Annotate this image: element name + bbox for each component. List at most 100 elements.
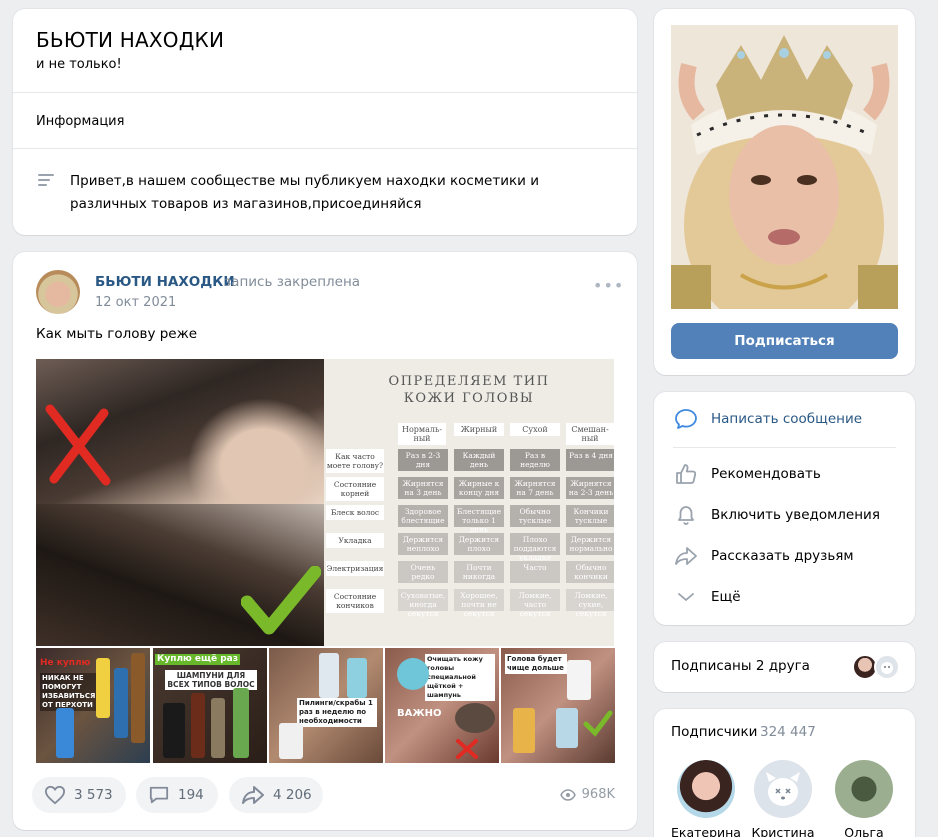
table-cell: Каждый день [454, 449, 504, 471]
recommend-button[interactable]: Рекомендовать [673, 463, 821, 485]
table-cell: Держится нормально [566, 533, 614, 555]
write-message-button[interactable]: Написать сообщение [673, 408, 862, 430]
friends-subscribed-card[interactable]: Подписаны 2 друга [654, 642, 915, 692]
group-actions-menu: Написать сообщение Рекомендовать Включит… [654, 392, 915, 625]
like-button[interactable]: 3 573 [32, 777, 126, 813]
subscriber-avatar[interactable] [677, 760, 735, 818]
table-cell: Плохо поддаются укладке [510, 533, 560, 562]
tell-friends-button[interactable]: Рассказать друзьям [673, 545, 854, 567]
heart-icon [44, 785, 66, 805]
post-thumbnail[interactable]: Не куплю НИКАК НЕ ПОМОГУТ ИЗБАВИТЬСЯ ОТ … [36, 648, 150, 763]
text-lines-icon [38, 174, 54, 188]
post-date[interactable]: 12 окт 2021 [95, 295, 176, 310]
subscriber-name[interactable]: Кристина [748, 825, 818, 837]
table-row-label: Состояние кончиков [326, 589, 384, 613]
green-check-icon [241, 566, 321, 635]
table-row-label: Укладка [326, 533, 384, 548]
like-count: 3 573 [74, 787, 113, 803]
eye-icon [559, 788, 576, 801]
table-cell: Раз в 2-3 дня [398, 449, 448, 471]
table-cell: Обычно кончики [566, 561, 614, 583]
bell-icon [673, 504, 699, 526]
friends-subscribed-label: Подписаны 2 друга [671, 658, 810, 674]
menu-item-label: Рекомендовать [711, 466, 821, 482]
table-cell: Держится плохо [454, 533, 504, 555]
subscriber-name[interactable]: Екатерина [671, 825, 741, 837]
table-column-header: Смешан-ный [566, 423, 614, 445]
table-cell: Здоровое блестящие [398, 505, 448, 527]
table-row-label: Как часто моете голову? [326, 449, 384, 473]
table-row-label: Электризация [326, 561, 384, 576]
share-icon [673, 545, 699, 567]
table-cell: Жирнятся на 7 день [510, 477, 560, 499]
menu-item-label: Написать сообщение [711, 411, 863, 427]
post-thumbnail[interactable]: Куплю ещё раз ШАМПУНИ ДЛЯ ВСЕХ ТИПОВ ВОЛ… [153, 648, 267, 763]
divider [13, 92, 637, 93]
table-column-header: Нормаль-ный [398, 423, 446, 445]
post-author-avatar[interactable] [36, 270, 80, 314]
menu-item-label: Включить уведомления [711, 507, 880, 523]
info-tab[interactable]: Информация [36, 114, 124, 129]
table-cell: Жирнятся на 2-3 день [566, 477, 614, 499]
table-cell: Обычно тусклые [510, 505, 560, 527]
table-cell: Раз в 4 дня [566, 449, 614, 471]
table-column-header: Сухой [510, 423, 560, 436]
table-title: ОПРЕДЕЛЯЕМ ТИП КОЖИ ГОЛОВЫ [388, 374, 550, 406]
table-cell: Жирнятся на 3 день [398, 477, 448, 499]
table-cell: Кончики тусклые [566, 505, 614, 527]
more-options-icon[interactable]: ••• [593, 278, 623, 294]
subscribers-count: 324 447 [760, 724, 816, 740]
group-description: Привет,в нашем сообществе мы публикуем н… [70, 173, 539, 212]
table-cell: Жирные к концу дня [454, 477, 504, 499]
chevron-down-icon [673, 586, 699, 608]
table-cell: Ломкие, сухие, секутся [566, 589, 614, 618]
table-row-label: Блеск волос [326, 505, 384, 520]
menu-item-label: Рассказать друзьям [711, 548, 854, 564]
subscriber-name[interactable]: Ольга [829, 825, 899, 837]
subscriber-avatar[interactable] [835, 760, 893, 818]
share-count: 4 206 [273, 787, 312, 803]
subscriber-avatar[interactable] [754, 760, 812, 818]
enable-notifications-button[interactable]: Включить уведомления [673, 504, 880, 526]
table-row-label: Состояние корней [326, 477, 384, 501]
post-thumbnail[interactable]: Голова будет чище дольше [501, 648, 615, 763]
post-thumbnail[interactable]: Пилинги/скрабы 1 раз в неделю по необход… [269, 648, 383, 763]
post-thumbnail-strip: Не куплю НИКАК НЕ ПОМОГУТ ИЗБАВИТЬСЯ ОТ … [36, 648, 615, 763]
comment-button[interactable]: 194 [136, 777, 218, 813]
table-cell: Почти никогда [454, 561, 504, 583]
group-cover-card: Подписаться [654, 9, 915, 375]
thumbs-up-icon [673, 463, 699, 485]
group-info-card: БЬЮТИ НАХОДКИ и не только! Информация Пр… [13, 9, 637, 235]
post-text: Как мыть голову реже [36, 326, 198, 342]
share-button[interactable]: 4 206 [229, 777, 323, 813]
post-thumbnail[interactable]: Очищать кожу головы специальной щёткой +… [385, 648, 499, 763]
scalp-type-table: ОПРЕДЕЛЯЕМ ТИП КОЖИ ГОЛОВЫ Нормаль-ный Ж… [324, 359, 614, 646]
post-main-image[interactable]: ОПРЕДЕЛЯЕМ ТИП КОЖИ ГОЛОВЫ Нормаль-ный Ж… [36, 359, 614, 646]
more-button[interactable]: Ещё [673, 586, 741, 608]
comment-icon [149, 786, 169, 804]
comment-count: 194 [178, 787, 204, 803]
group-title: БЬЮТИ НАХОДКИ [36, 28, 225, 52]
views-counter: 968K [559, 787, 615, 802]
table-cell: Суховатые, иногда секутся [398, 589, 448, 618]
pinned-post-card: БЬЮТИ НАХОДКИ запись закреплена 12 окт 2… [13, 252, 637, 830]
table-cell: Держится неплохо [398, 533, 448, 555]
group-subtitle: и не только! [36, 57, 122, 72]
menu-item-label: Ещё [711, 589, 741, 605]
table-cell: Раз в неделю [510, 449, 560, 471]
group-avatar-photo[interactable] [671, 25, 898, 309]
subscribers-label[interactable]: Подписчики [671, 724, 757, 740]
avatar [874, 654, 900, 680]
message-icon [673, 408, 699, 430]
table-cell: Блестящие только 1 день [454, 505, 504, 534]
view-count: 968K [581, 787, 615, 802]
subscribers-card: Подписчики 324 447 Екатерина Кристина Ол… [654, 709, 915, 837]
table-column-header: Жирный [454, 423, 504, 436]
divider [673, 447, 896, 448]
share-icon [242, 786, 264, 804]
post-author-link[interactable]: БЬЮТИ НАХОДКИ [95, 274, 235, 290]
subscribe-button[interactable]: Подписаться [671, 323, 898, 359]
table-cell: Хорошее, почти не секутся [454, 589, 504, 618]
table-cell: Очень редко [398, 561, 448, 583]
table-cell: Часто [510, 561, 560, 583]
